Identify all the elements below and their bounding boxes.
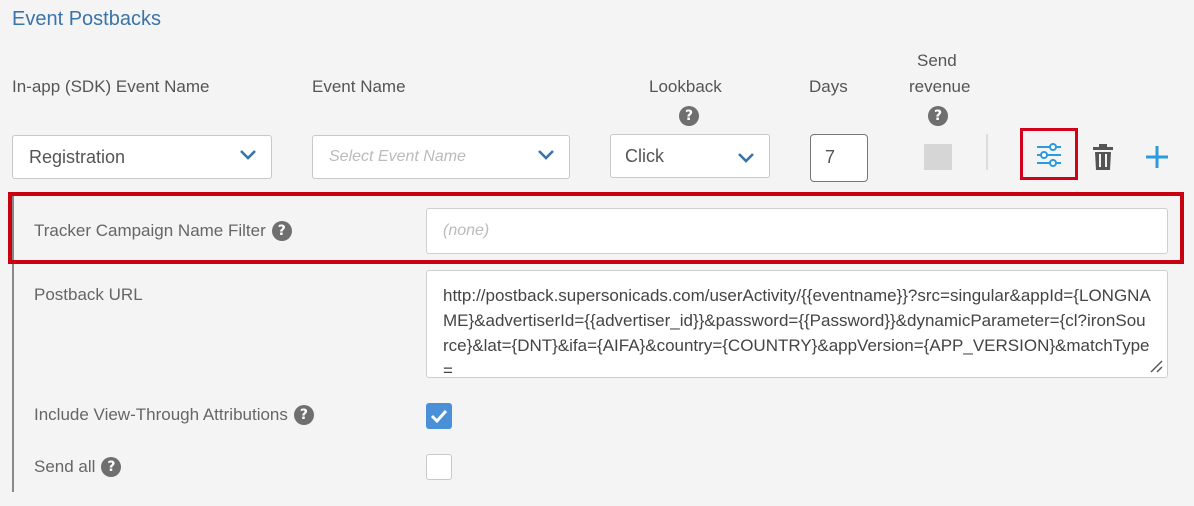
plus-icon[interactable]: [1145, 145, 1169, 169]
sdk-event-header: In-app (SDK) Event Name: [12, 77, 210, 96]
lookback-header: Lookback: [649, 77, 722, 96]
send-revenue-checkbox[interactable]: [924, 144, 952, 170]
postback-url-label: Postback URL: [34, 285, 143, 304]
chevron-down-icon: [240, 150, 256, 160]
tracker-filter-input[interactable]: (none): [426, 208, 1168, 254]
trash-icon[interactable]: [1093, 144, 1113, 170]
send-all-help-icon[interactable]: ?: [101, 457, 122, 477]
postback-url-value: http://postback.supersonicads.com/userAc…: [443, 286, 1151, 377]
sdk-event-value: Registration: [29, 146, 126, 167]
event-name-header: Event Name: [312, 77, 406, 96]
checkmark-icon: [430, 409, 448, 424]
tracker-filter-help-icon[interactable]: ?: [271, 221, 292, 241]
tracker-filter-placeholder: (none): [443, 222, 490, 239]
advanced-settings-button[interactable]: [1020, 128, 1078, 180]
send-revenue-header-line1: Send: [917, 51, 957, 70]
sliders-icon: [1037, 143, 1061, 167]
send-revenue-help-icon[interactable]: ?: [928, 106, 948, 126]
tracker-filter-label-text: Tracker Campaign Name Filter: [34, 221, 266, 240]
send-all-label-text: Send all: [34, 457, 96, 476]
view-through-label: Include View-Through Attributions ?: [34, 405, 314, 425]
send-revenue-header-line2: revenue: [909, 77, 971, 96]
view-through-checkbox[interactable]: [426, 403, 452, 429]
chevron-down-icon: [738, 153, 754, 163]
event-name-select[interactable]: Select Event Name: [312, 135, 570, 179]
divider: [986, 134, 988, 170]
send-all-label: Send all ?: [34, 457, 122, 477]
send-all-checkbox[interactable]: [426, 454, 452, 480]
section-title: Event Postbacks: [12, 8, 161, 30]
lookback-select[interactable]: Click: [610, 134, 770, 178]
view-through-label-text: Include View-Through Attributions: [34, 405, 288, 424]
sdk-event-select[interactable]: Registration: [12, 135, 272, 179]
postback-url-textarea[interactable]: http://postback.supersonicads.com/userAc…: [426, 270, 1168, 378]
days-input[interactable]: 7: [810, 134, 868, 182]
event-name-placeholder: Select Event Name: [329, 148, 466, 165]
tracker-filter-label: Tracker Campaign Name Filter ?: [34, 221, 292, 241]
days-header: Days: [809, 77, 848, 96]
chevron-down-icon: [538, 150, 554, 160]
lookback-value: Click: [625, 145, 664, 166]
resize-handle-icon[interactable]: [1149, 359, 1163, 373]
view-through-help-icon[interactable]: ?: [293, 405, 314, 425]
lookback-help-icon[interactable]: ?: [679, 106, 699, 126]
